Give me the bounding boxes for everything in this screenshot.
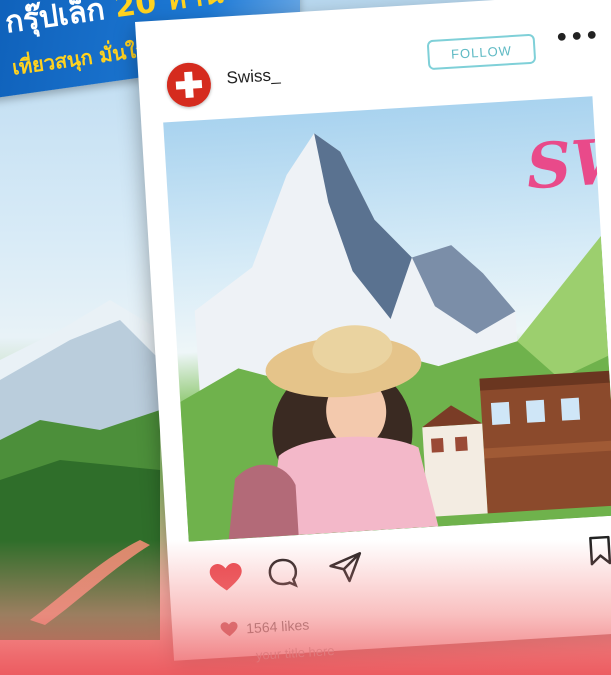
post-photo: SW	[163, 96, 611, 542]
heart-icon[interactable]	[208, 561, 244, 593]
more-options-icon[interactable]: •••	[554, 24, 601, 52]
comment-bubble-icon[interactable]	[266, 556, 300, 590]
brand-title-text: SW	[524, 123, 611, 204]
banner-headline-text: กรุ๊ปเล็ก	[2, 0, 107, 41]
post-card: Swiss_ FOLLOW ••• SW 1564 likes your tit…	[135, 0, 611, 663]
likes-heart-icon	[220, 621, 238, 637]
bookmark-icon[interactable]	[587, 535, 611, 566]
swiss-flag-icon[interactable]	[165, 61, 213, 109]
follow-button[interactable]: FOLLOW	[426, 33, 537, 71]
likes-count[interactable]: 1564 likes	[246, 617, 310, 637]
post-username[interactable]: Swiss_	[226, 65, 281, 88]
paper-plane-icon[interactable]	[328, 550, 364, 584]
